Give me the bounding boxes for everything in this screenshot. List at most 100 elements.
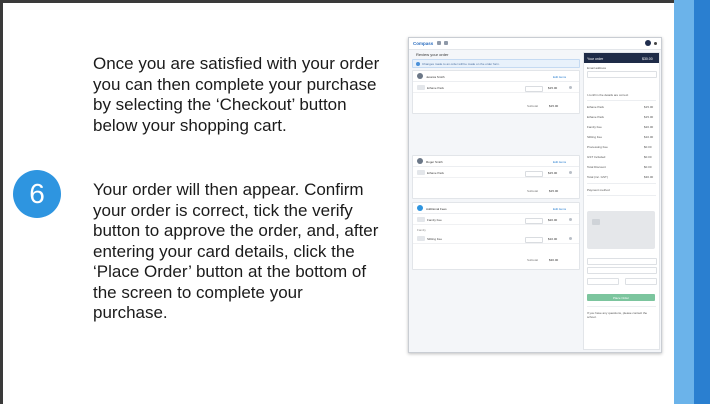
fees-icon — [417, 205, 423, 211]
avatar — [645, 40, 651, 46]
order-summary-title: Your order — [587, 56, 604, 61]
order-item-row: Family Fee $20.00 — [413, 215, 579, 225]
order-group-card: Additional Fees Edit items Family Fee $2… — [412, 202, 580, 270]
item-price: $15.00 — [548, 86, 558, 90]
summary-line-label: Processing Fee — [587, 145, 608, 149]
email-label: Email address — [587, 66, 607, 70]
group-subtotal: Subtotal $15.00 — [413, 101, 579, 109]
subtotal-label: Subtotal — [527, 103, 539, 108]
slide: Once you are satisfied with your order y… — [0, 0, 710, 404]
subtotal-value: $15.00 — [549, 103, 559, 108]
order-group-name: Additional Fees — [426, 206, 447, 211]
divider — [587, 100, 656, 101]
summary-line-label: Ethane Pack — [587, 115, 605, 119]
notice-text: Changes made to an order will be made on… — [422, 61, 500, 66]
email-field — [587, 71, 657, 78]
payment-method-label: Payment method — [587, 188, 610, 192]
remove-item-icon — [569, 86, 572, 89]
item-price: $20.00 — [548, 218, 558, 222]
subtotal-label: Subtotal — [527, 188, 539, 193]
summary-line-value: $30.00 — [644, 175, 654, 179]
decorative-side-bar-light — [674, 0, 694, 404]
order-summary-panel: Your order $30.00 Email address I confir… — [583, 52, 660, 350]
order-group-card: Roger Smith Edit items Ethane Pack $15.0… — [412, 155, 580, 199]
order-group-card: Jessica Smith Edit items Ethane Pack $15… — [412, 70, 580, 114]
summary-line-label: Family Fee — [587, 125, 602, 129]
item-thumbnail — [417, 217, 425, 222]
divider — [587, 195, 656, 196]
instruction-text-checkout: Once you are satisfied with your order y… — [93, 54, 380, 135]
card-cvc-field — [625, 278, 657, 285]
instruction-text-place-order: Your order will then appear. Confirm you… — [93, 180, 379, 322]
user-icon — [417, 158, 423, 164]
order-group-header: Roger Smith Edit items — [413, 156, 579, 167]
checkout-screenshot: Compass Review your order Changes made t… — [408, 37, 662, 353]
summary-line-value: $0.00 — [644, 145, 652, 149]
divider — [587, 306, 656, 307]
help-text: If you have any questions, please contac… — [587, 311, 648, 319]
order-summary-total: $30.00 — [642, 56, 653, 61]
order-notice-banner: Changes made to an order will be made on… — [412, 59, 580, 68]
order-item-row: Ethane Pack $15.00 — [413, 83, 579, 93]
order-group-header: Jessica Smith Edit items — [413, 71, 579, 82]
quantity-stepper — [525, 170, 543, 177]
menu-icon — [444, 41, 448, 45]
order-summary-header: Your order $30.00 — [584, 53, 659, 63]
order-group-header: Additional Fees Edit items — [413, 203, 579, 214]
order-group-name: Roger Smith — [426, 159, 443, 164]
summary-line-value: $15.00 — [644, 105, 654, 109]
item-name: Sibling Fee — [427, 237, 443, 241]
summary-line-label: Total (inc. GST) — [587, 175, 608, 179]
edit-items-link: Edit items — [553, 74, 567, 79]
summary-line-value: $0.00 — [644, 165, 652, 169]
credit-card-graphic — [587, 211, 655, 249]
section-label: Family — [417, 228, 426, 232]
item-name: Ethane Pack — [427, 86, 445, 90]
summary-line-value: $10.00 — [644, 135, 654, 139]
summary-line-label: Total Discount — [587, 165, 606, 169]
edit-items-link: Edit items — [553, 159, 567, 164]
quantity-stepper — [525, 236, 543, 243]
info-icon — [416, 61, 420, 66]
verify-checkbox-label: I confirm the details are correct — [587, 93, 629, 97]
order-group-name: Jessica Smith — [426, 74, 445, 79]
order-item-row: Sibling Fee $10.00 — [413, 234, 579, 244]
item-name: Ethane Pack — [427, 171, 445, 175]
settings-icon — [437, 41, 441, 45]
summary-line-label: Sibling Fee — [587, 135, 603, 139]
user-icon — [417, 73, 423, 79]
brand-logo-text: Compass — [413, 41, 434, 46]
place-order-label: Place Order — [613, 296, 630, 300]
subtotal-label: Subtotal — [527, 257, 539, 262]
remove-item-icon — [569, 237, 572, 240]
quantity-stepper — [525, 217, 543, 224]
order-item-row: Ethane Pack $15.00 — [413, 168, 579, 178]
step-number-badge: 6 — [13, 170, 61, 218]
edit-items-link: Edit items — [553, 206, 567, 211]
item-price: $15.00 — [548, 171, 558, 175]
card-expiry-field — [587, 278, 619, 285]
subtotal-value: $30.00 — [549, 257, 559, 262]
remove-item-icon — [569, 171, 572, 174]
card-number-field — [587, 258, 657, 265]
slide-left-border — [0, 0, 3, 404]
item-thumbnail — [417, 170, 425, 175]
place-order-button: Place Order — [587, 294, 655, 301]
card-name-field — [587, 267, 657, 274]
decorative-side-bar-dark — [694, 0, 710, 404]
summary-line-value: $0.00 — [644, 155, 652, 159]
summary-line-value: $20.00 — [644, 125, 654, 129]
summary-line-value: $15.00 — [644, 115, 654, 119]
subtotal-value: $15.00 — [549, 188, 559, 193]
order-main-column: Review your order Changes made to an ord… — [412, 52, 580, 340]
screenshot-navbar: Compass — [409, 38, 661, 50]
item-name: Family Fee — [427, 218, 442, 222]
item-thumbnail — [417, 85, 425, 90]
card-chip-icon — [592, 219, 600, 225]
group-subtotal: Subtotal $30.00 — [413, 255, 579, 263]
slide-top-border — [0, 0, 710, 3]
divider — [587, 183, 656, 184]
item-price: $10.00 — [548, 237, 558, 241]
quantity-stepper — [525, 85, 543, 92]
review-order-title: Review your order — [416, 52, 449, 57]
